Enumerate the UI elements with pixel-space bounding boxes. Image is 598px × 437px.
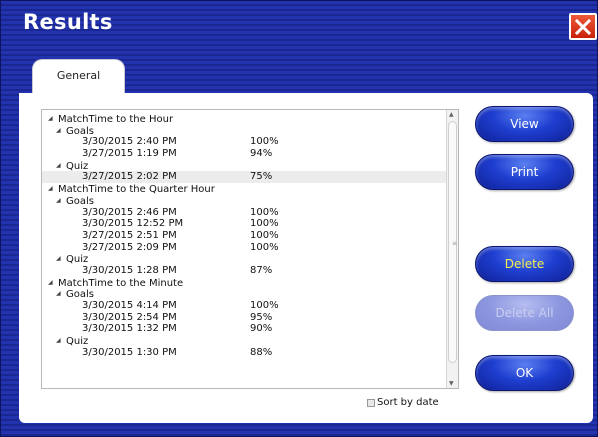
result-date: 3/30/2015 1:32 PM <box>82 323 177 335</box>
tree-result-row[interactable]: 3/27/2015 2:02 PM 75% <box>42 171 446 184</box>
expand-triangle-icon[interactable]: ◢ <box>56 195 66 207</box>
title-bar: Results <box>1 1 598 45</box>
tree-group-row[interactable]: ◢ Quiz <box>42 160 446 172</box>
results-tree[interactable]: ◢ MatchTime to the Hour ◢ Goals 3/30/2015 2:… <box>41 109 459 389</box>
tree-result-row[interactable]: 3/27/2015 2:51 PM 100% <box>42 230 446 242</box>
result-date: 3/30/2015 2:46 PM <box>82 206 177 218</box>
scroll-up-icon[interactable]: ▲ <box>449 111 454 118</box>
close-button[interactable] <box>569 13 597 40</box>
result-date: 3/30/2015 4:14 PM <box>82 300 177 311</box>
expand-triangle-icon[interactable]: ◢ <box>56 160 66 172</box>
result-score: 100% <box>250 218 279 230</box>
result-score: 88% <box>250 346 273 358</box>
print-button[interactable]: Print <box>475 154 574 190</box>
tree-activity-row[interactable]: ◢ MatchTime to the Minute <box>42 277 446 289</box>
tree-node-label: MatchTime to the Hour <box>58 113 174 125</box>
expand-triangle-icon[interactable]: ◢ <box>56 335 66 347</box>
expand-triangle-icon[interactable]: ◢ <box>48 277 58 289</box>
expand-triangle-icon[interactable]: ◢ <box>56 125 66 137</box>
tree-result-row[interactable]: 3/30/2015 2:40 PM 100% <box>42 136 446 148</box>
tree-result-row[interactable]: 3/27/2015 2:09 PM 100% <box>42 242 446 254</box>
tree-node-label: MatchTime to the Quarter Hour <box>58 183 215 195</box>
ok-button[interactable]: OK <box>475 355 574 391</box>
tree-result-row[interactable]: 3/30/2015 1:32 PM 90% <box>42 323 446 335</box>
result-score: 100% <box>250 229 279 241</box>
tree-result-row[interactable]: 3/30/2015 1:30 PM 88% <box>42 347 446 359</box>
expand-triangle-icon[interactable]: ◢ <box>56 288 66 300</box>
result-date: 3/27/2015 1:19 PM <box>82 148 177 160</box>
result-score: 100% <box>250 300 279 311</box>
tab-label: General <box>56 69 101 82</box>
tree-group-row[interactable]: ◢ Goals <box>42 288 446 300</box>
window-title: Results <box>23 10 113 34</box>
view-button[interactable]: View <box>475 106 574 142</box>
tree-node-label: Quiz <box>66 335 89 347</box>
result-date: 3/30/2015 2:40 PM <box>82 136 177 148</box>
result-date: 3/30/2015 1:28 PM <box>82 264 177 276</box>
expand-triangle-icon[interactable]: ◢ <box>48 113 58 125</box>
tree-group-row[interactable]: ◢ Quiz <box>42 335 446 347</box>
tree-node-label: Goals <box>66 125 94 137</box>
grip-icon: ≡ <box>452 240 458 247</box>
result-date: 3/30/2015 12:52 PM <box>82 218 184 230</box>
delete-button[interactable]: Delete <box>475 246 574 282</box>
tree-result-row[interactable]: 3/30/2015 2:54 PM 95% <box>42 312 446 324</box>
tree-scrollbar[interactable]: ▲ ≡ ▼ <box>446 110 458 388</box>
tab-general[interactable]: General <box>32 59 125 95</box>
sort-by-date-checkbox[interactable] <box>367 399 375 407</box>
tree-activity-row[interactable]: ◢ MatchTime to the Quarter Hour <box>42 183 446 195</box>
tree-result-row[interactable]: 3/30/2015 1:28 PM 87% <box>42 265 446 277</box>
result-date: 3/30/2015 2:54 PM <box>82 311 177 323</box>
result-date: 3/30/2015 1:30 PM <box>82 346 177 358</box>
tree-node-label: Quiz <box>66 254 89 266</box>
result-score: 87% <box>250 264 273 276</box>
result-score: 100% <box>250 206 279 218</box>
tree-activity-row[interactable]: ◢ MatchTime to the Hour <box>42 113 446 125</box>
results-window: Results General ◢ MatchTime to the Hour ◢ G… <box>0 0 598 437</box>
result-date: 3/27/2015 2:51 PM <box>82 229 177 241</box>
result-date: 3/27/2015 2:02 PM <box>82 171 177 183</box>
tree-group-row[interactable]: ◢ Quiz <box>42 253 446 265</box>
result-score: 100% <box>250 136 279 148</box>
tree-node-label: Quiz <box>66 160 89 172</box>
tree-result-row[interactable]: 3/30/2015 2:46 PM 100% <box>42 207 446 219</box>
result-score: 95% <box>250 311 273 323</box>
scroll-thumb[interactable]: ≡ <box>448 121 457 363</box>
scroll-down-icon[interactable]: ▼ <box>449 380 454 387</box>
result-date: 3/27/2015 2:09 PM <box>82 241 177 253</box>
tree-result-row[interactable]: 3/30/2015 12:52 PM 100% <box>42 218 446 230</box>
delete-all-button: Delete All <box>475 295 574 331</box>
sort-by-date-label: Sort by date <box>377 397 439 408</box>
result-score: 100% <box>250 241 279 253</box>
result-score: 90% <box>250 323 273 335</box>
expand-triangle-icon[interactable]: ◢ <box>48 183 58 195</box>
result-score: 94% <box>250 148 273 160</box>
close-icon <box>574 18 592 36</box>
tree-result-row[interactable]: 3/30/2015 4:14 PM 100% <box>42 300 446 312</box>
tree-node-label: Goals <box>66 289 94 301</box>
tree-node-label: MatchTime to the Minute <box>58 277 184 289</box>
expand-triangle-icon[interactable]: ◢ <box>56 253 66 265</box>
tree-group-row[interactable]: ◢ Goals <box>42 125 446 137</box>
result-score: 75% <box>250 171 273 183</box>
tree-rows: ◢ MatchTime to the Hour ◢ Goals 3/30/2015 2:… <box>42 110 446 358</box>
tree-node-label: Goals <box>66 195 94 207</box>
tree-group-row[interactable]: ◢ Goals <box>42 195 446 207</box>
tree-result-row[interactable]: 3/27/2015 1:19 PM 94% <box>42 148 446 160</box>
